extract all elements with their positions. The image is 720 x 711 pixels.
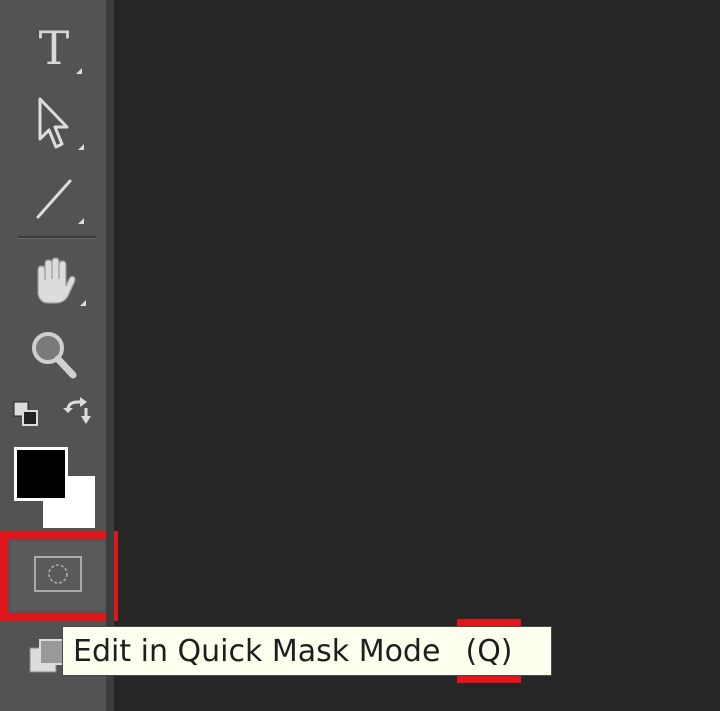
path-selection-tool-button[interactable] (18, 92, 90, 154)
flyout-indicator-icon (80, 300, 86, 306)
arrow-cursor-icon (34, 95, 74, 151)
photoshop-window: T Edit in Quick Mask Mode (Q) (0, 0, 720, 711)
foreground-color-swatch[interactable] (14, 447, 68, 501)
tooltip-shortcut: (Q) (465, 627, 513, 675)
quick-mask-highlight-box (0, 531, 118, 621)
document-canvas[interactable] (114, 0, 720, 711)
flyout-indicator-icon (78, 218, 84, 224)
type-icon: T (38, 21, 70, 75)
type-tool-button[interactable]: T (18, 18, 90, 78)
hand-icon (28, 256, 80, 306)
hand-tool-button[interactable] (18, 252, 90, 310)
line-tool-button[interactable] (18, 170, 90, 228)
line-icon (32, 175, 76, 223)
toolbar-divider (18, 236, 96, 239)
zoom-tool-button[interactable] (18, 326, 90, 384)
default-colors-button[interactable] (12, 400, 44, 430)
default-colors-icon (12, 401, 44, 434)
magnifier-icon (29, 329, 79, 381)
tools-panel: T (0, 0, 118, 711)
swap-arrows-icon (60, 397, 96, 434)
tooltip-text: Edit in Quick Mask Mode (73, 633, 441, 669)
swap-colors-button[interactable] (60, 396, 96, 430)
flyout-indicator-icon (78, 144, 84, 150)
panel-gutter (106, 0, 114, 711)
tooltip-shortcut-key: (Q) (465, 633, 513, 669)
flyout-indicator-icon (76, 68, 82, 74)
